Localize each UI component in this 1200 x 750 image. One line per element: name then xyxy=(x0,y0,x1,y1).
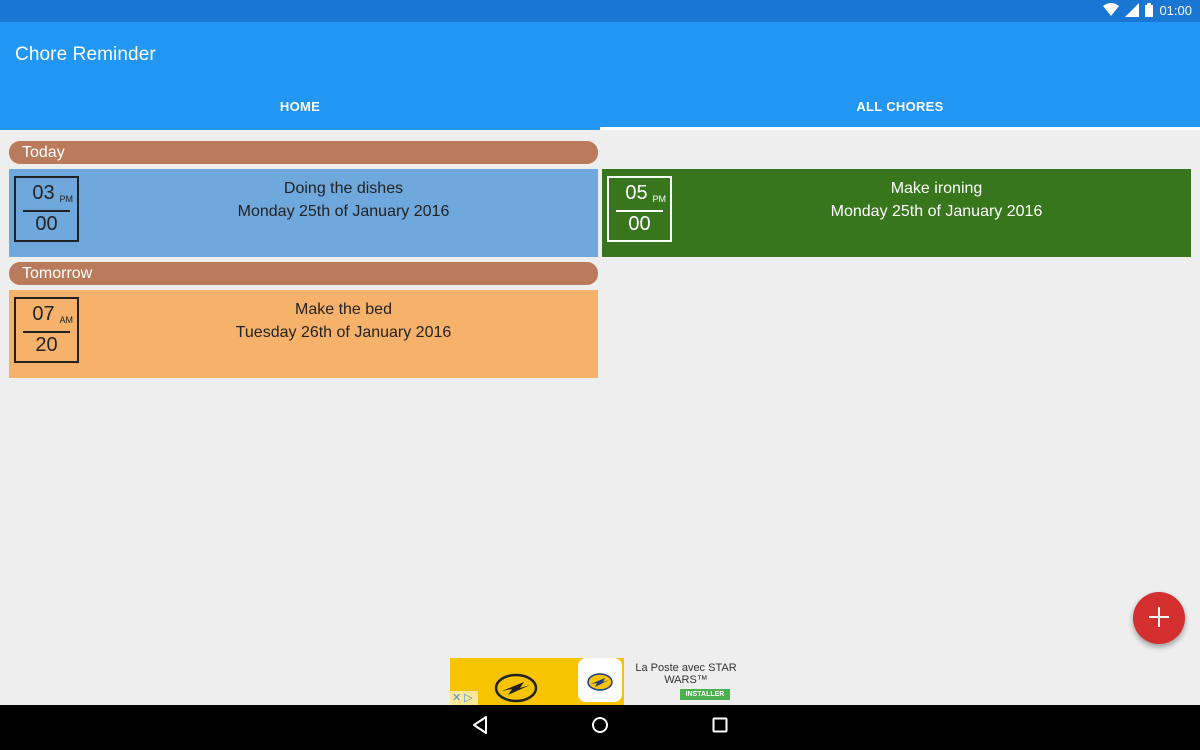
back-button[interactable] xyxy=(450,705,510,750)
wifi-icon xyxy=(1103,3,1120,19)
clock-divider xyxy=(23,210,70,212)
battery-icon xyxy=(1145,2,1154,20)
status-icons: 01:00 xyxy=(1103,2,1192,20)
chore-title: Make the bed xyxy=(295,301,392,318)
chore-date: Monday 25th of January 2016 xyxy=(237,203,450,220)
tab-home[interactable]: HOME xyxy=(0,82,600,130)
clock-divider xyxy=(23,331,70,333)
ad-banner[interactable]: La Poste avec STAR WARS™ INSTALLER ✕ ▷ xyxy=(450,658,750,705)
add-chore-button[interactable] xyxy=(1133,592,1185,644)
section-header-label: Tomorrow xyxy=(22,265,93,282)
recents-button[interactable] xyxy=(690,705,750,750)
chore-title: Make ironing xyxy=(890,180,983,197)
app-bar: Chore Reminder HOME ALL CHORES xyxy=(0,22,1200,130)
chore-card[interactable]: 03 PM 00 Doing the dishes Monday 25th of… xyxy=(9,169,598,257)
status-bar: 01:00 xyxy=(0,0,1200,22)
chore-card[interactable]: 05 PM 00 Make ironing Monday 25th of Jan… xyxy=(602,169,1191,257)
chore-details: Make ironing Monday 25th of January 2016 xyxy=(682,177,1191,223)
recents-icon xyxy=(712,717,728,738)
tab-all-chores[interactable]: ALL CHORES xyxy=(600,82,1200,130)
clock-icon: 03 PM 00 xyxy=(14,176,79,242)
tab-home-label: HOME xyxy=(279,98,321,114)
home-button[interactable] xyxy=(570,705,630,750)
clock-icon: 07 AM 20 xyxy=(14,297,79,363)
chore-minute: 00 xyxy=(35,213,58,235)
chore-title: Doing the dishes xyxy=(283,180,404,197)
ad-text: La Poste avec STAR WARS™ xyxy=(635,662,737,686)
chore-minute: 00 xyxy=(628,213,651,235)
ad-choices-icon[interactable]: ✕ ▷ xyxy=(450,691,478,705)
clock-icon: 05 PM 00 xyxy=(607,176,672,242)
la-poste-logo xyxy=(576,658,624,705)
signal-icon xyxy=(1125,2,1140,20)
chore-date: Monday 25th of January 2016 xyxy=(830,203,1043,220)
chore-list: Today 03 PM 00 Doing the dishes Monday 2… xyxy=(0,130,1200,705)
section-header-today: Today xyxy=(9,141,598,164)
chore-date: Tuesday 26th of January 2016 xyxy=(235,324,452,341)
app-title: Chore Reminder xyxy=(15,44,156,65)
back-icon xyxy=(472,716,488,739)
plus-icon xyxy=(1147,601,1171,635)
section-header-label: Today xyxy=(22,144,65,161)
section-header-tomorrow: Tomorrow xyxy=(9,262,598,285)
home-icon xyxy=(591,716,609,739)
chore-card[interactable]: 07 AM 20 Make the bed Tuesday 26th of Ja… xyxy=(9,290,598,378)
chore-ampm: PM xyxy=(652,194,667,204)
status-time: 01:00 xyxy=(1159,3,1192,18)
chore-ampm: PM xyxy=(59,194,74,204)
chore-details: Doing the dishes Monday 25th of January … xyxy=(89,177,598,223)
chore-ampm: AM xyxy=(59,315,74,325)
chore-details: Make the bed Tuesday 26th of January 201… xyxy=(89,298,598,344)
clock-divider xyxy=(616,210,663,212)
tab-all-chores-label: ALL CHORES xyxy=(856,98,944,114)
chore-minute: 20 xyxy=(35,334,58,356)
tab-bar: HOME ALL CHORES xyxy=(0,82,1200,130)
system-nav-bar xyxy=(0,705,1200,750)
ad-install-button[interactable]: INSTALLER xyxy=(680,689,730,700)
